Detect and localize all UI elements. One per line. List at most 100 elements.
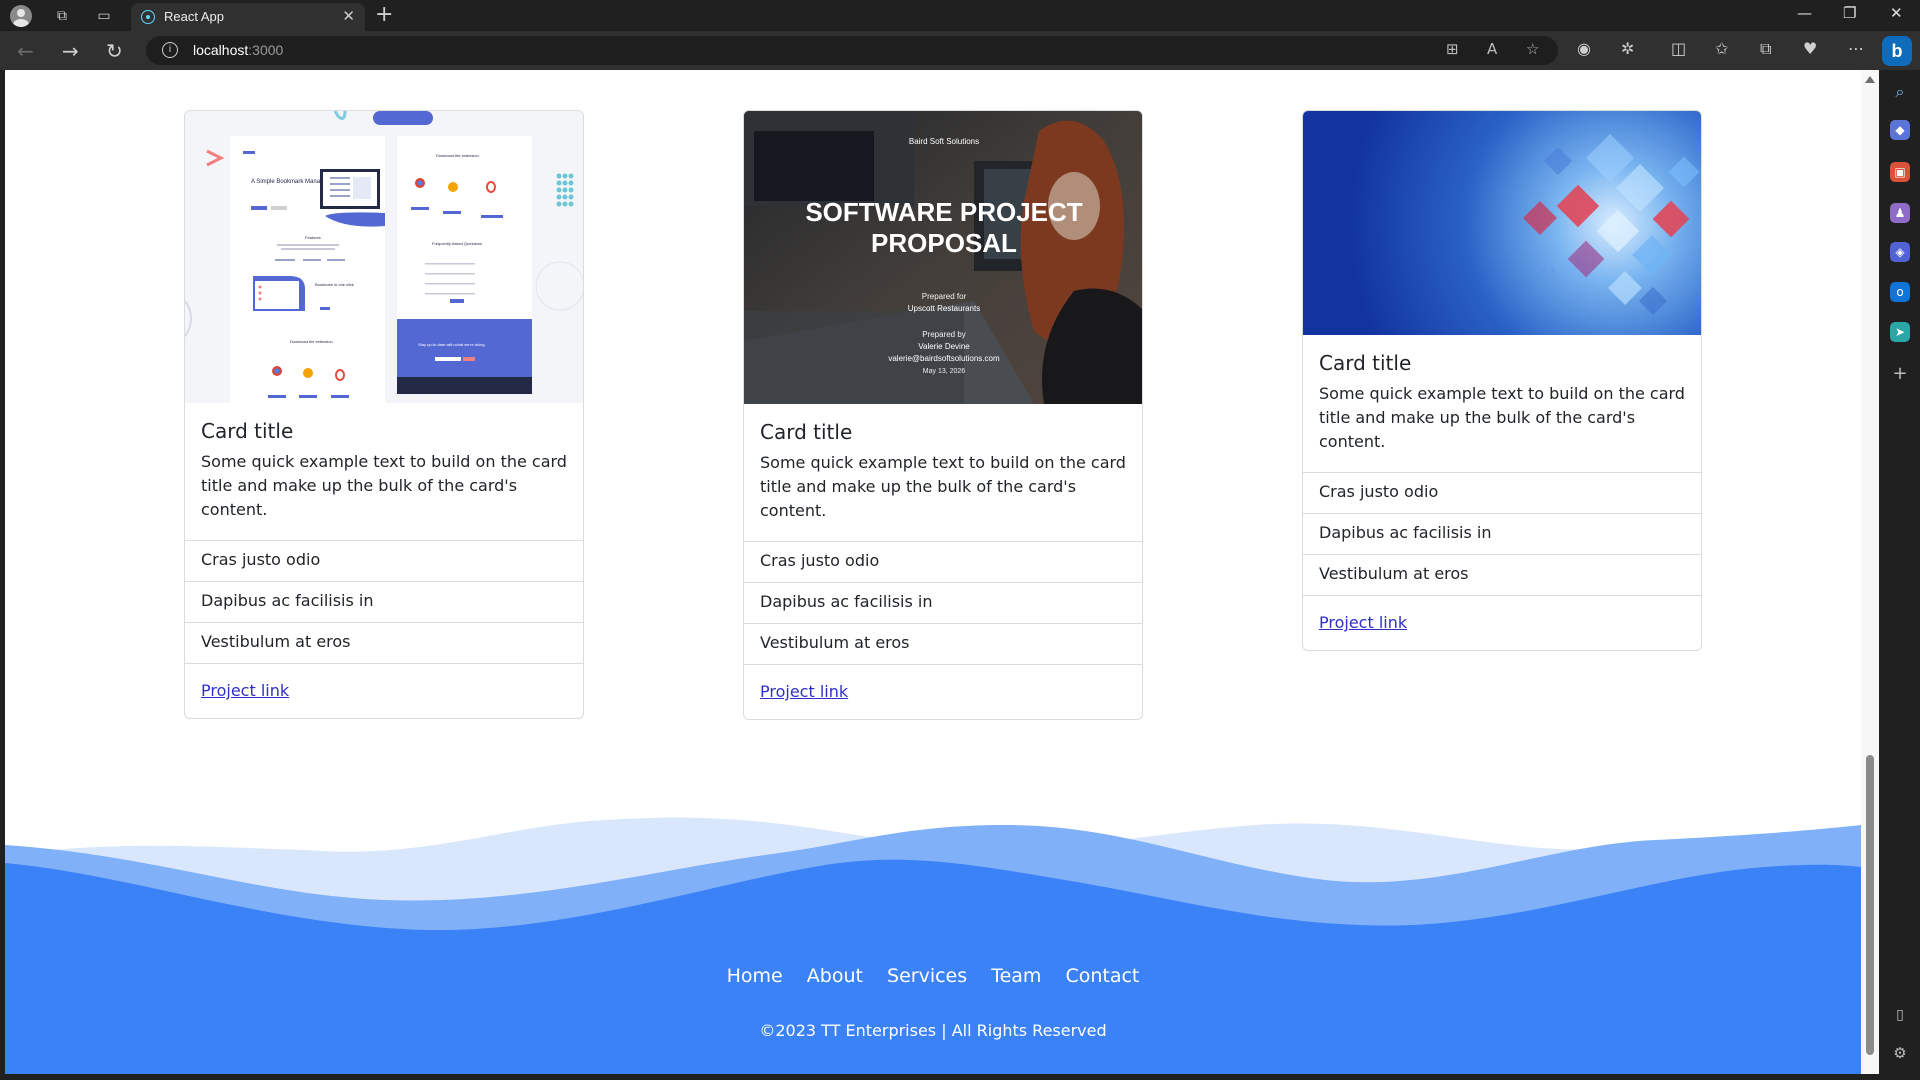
read-aloud-icon[interactable]: A [1487,40,1497,58]
site-footer: Home About Services Team Contact ©2023 T… [5,785,1861,1074]
page-scrollbar[interactable] [1861,70,1879,1074]
project-link[interactable]: Project link [760,682,848,701]
vertical-tabs-icon[interactable]: ▭ [94,6,114,26]
drop-icon[interactable]: ➤ [1890,322,1910,342]
scroll-up-arrow-icon[interactable] [1865,76,1875,83]
card-footer: Project link [1303,595,1701,650]
footer-link-about[interactable]: About [807,965,863,987]
minimize-icon[interactable]: — [1797,4,1812,22]
new-tab-icon[interactable]: + [375,2,393,27]
abstract-diamond-graphic [1523,133,1700,316]
app-available-icon[interactable]: ⊞ [1446,40,1459,58]
close-tab-icon[interactable]: ✕ [342,7,355,25]
footer-link-team[interactable]: Team [991,965,1041,987]
sidebar-settings-gear-icon[interactable]: ⚙ [1890,1043,1910,1063]
bing-copilot-icon[interactable]: b [1882,36,1912,66]
tools-briefcase-icon[interactable]: ▣ [1890,162,1910,182]
card-text: Some quick example text to build on the … [760,453,1126,520]
outlook-icon[interactable]: o [1890,282,1910,302]
list-item: Dapibus ac facilisis in [744,582,1142,623]
microsoft-365-icon[interactable]: ◈ [1890,242,1910,262]
project-link[interactable]: Project link [1319,613,1407,632]
refresh-icon[interactable]: ↻ [106,39,123,63]
email-text: valerie@bairdsoftsolutions.com [888,354,1000,363]
collections-icon[interactable]: ⧉ [1760,39,1771,59]
card-title: Card title [760,420,853,444]
bookmark-manager-screenshot: A Simple Bookmark Manager Features Bookm… [185,111,583,403]
project-card-2: Baird Soft Solutions SOFTWARE PROJECT PR… [743,110,1143,720]
author-text: Valerie Devine [918,342,970,351]
tracking-prevention-icon[interactable]: ◉ [1577,39,1591,58]
forward-icon[interactable]: → [62,39,79,63]
card-body: Card title Some quick example text to bu… [185,403,583,540]
add-sidebar-app-icon[interactable]: + [1890,364,1910,384]
close-window-icon[interactable]: ✕ [1890,4,1903,22]
copyright-text: ©2023 TT Enterprises | All Rights Reserv… [759,1021,1107,1040]
scroll-thumb[interactable] [1866,755,1874,1055]
list-item: Dapibus ac facilisis in [1303,513,1701,554]
site-info-icon[interactable]: i [162,42,178,58]
download-heading-2-text: Download the extension [436,153,479,158]
games-icon[interactable]: ♟ [1890,203,1910,223]
download-heading-text: Download the extension [290,339,333,344]
headline-line-1: SOFTWARE PROJECT [805,197,1082,227]
hide-sidebar-icon[interactable]: ▯ [1890,1005,1910,1025]
shopping-tag-icon[interactable]: ◆ [1890,120,1910,140]
footer-nav: Home About Services Team Contact [5,965,1861,987]
software-proposal-photo: Baird Soft Solutions SOFTWARE PROJECT PR… [744,111,1142,404]
tab-title: React App [164,9,224,24]
restore-icon[interactable]: ❐ [1843,4,1856,22]
search-icon[interactable]: ⌕ [1890,82,1910,102]
card-footer: Project link [744,664,1142,719]
card-title: Card title [201,419,294,443]
workspaces-icon[interactable]: ⧉ [52,6,72,26]
list-item: Dapibus ac facilisis in [185,581,583,622]
back-icon[interactable]: ← [17,39,34,63]
company-text: Baird Soft Solutions [909,137,979,146]
card-title: Card title [1319,351,1412,375]
browser-essentials-icon[interactable]: ♥ [1803,39,1817,58]
footer-link-home[interactable]: Home [727,965,783,987]
tab-bar: ⧉ ▭ React App ✕ + — ❐ ✕ [0,0,1920,31]
card-body: Card title Some quick example text to bu… [1303,335,1701,472]
card-footer: Project link [185,663,583,718]
edge-sidebar: ⌕ ◆ ▣ ♟ ◈ o ➤ + ▯ ⚙ [1879,70,1920,1080]
card-body: Card title Some quick example text to bu… [744,404,1142,541]
card-image-abstract [1303,111,1701,335]
project-link[interactable]: Project link [201,681,289,700]
url-host: localhost [193,42,249,58]
card-image-software-proposal: Baird Soft Solutions SOFTWARE PROJECT PR… [744,111,1142,404]
footer-link-services[interactable]: Services [887,965,967,987]
favorites-icon[interactable]: ✩ [1715,39,1728,58]
list-item: Cras justo odio [744,541,1142,582]
headline-text: A Simple Bookmark Manager [251,179,329,185]
card-text: Some quick example text to build on the … [1319,384,1685,451]
extensions-icon[interactable]: ✲ [1621,39,1634,58]
address-bar[interactable]: i localhost:3000 ⊞ A ☆ [146,36,1558,65]
react-favicon-icon [141,10,155,24]
card-image-bookmark-manager: A Simple Bookmark Manager Features Bookm… [185,111,583,403]
project-card-1: A Simple Bookmark Manager Features Bookm… [184,110,584,719]
date-text: May 13, 2026 [923,368,966,375]
list-item: Cras justo odio [185,540,583,581]
list-item: Vestibulum at eros [744,623,1142,664]
favorite-star-icon[interactable]: ☆ [1526,40,1539,58]
window-bottom-edge [0,1074,1920,1080]
split-screen-icon[interactable]: ◫ [1671,39,1686,58]
headline-line-2: PROPOSAL [871,228,1017,258]
list-item: Vestibulum at eros [1303,554,1701,595]
footer-link-contact[interactable]: Contact [1065,965,1139,987]
cta-text: Stay up-to-date with what we're doing [418,342,485,347]
prepared-for-text: Prepared for [922,292,967,301]
page-viewport: A Simple Bookmark Manager Features Bookm… [5,70,1861,1074]
list-item: Cras justo odio [1303,472,1701,513]
project-card-3: Card title Some quick example text to bu… [1302,110,1702,651]
list-item: Vestibulum at eros [185,622,583,663]
profile-avatar-icon[interactable] [10,5,32,27]
url-port: :3000 [248,42,284,58]
client-text: Upscott Restaurants [908,304,980,313]
tab-react-app[interactable]: React App ✕ [131,3,365,31]
more-menu-icon[interactable]: ⋯ [1848,39,1864,58]
browser-toolbar: ← → ↻ i localhost:3000 ⊞ A ☆ ◉ ✲ ◫ ✩ ⧉ ♥… [0,31,1920,70]
url-text: localhost:3000 [193,42,283,58]
